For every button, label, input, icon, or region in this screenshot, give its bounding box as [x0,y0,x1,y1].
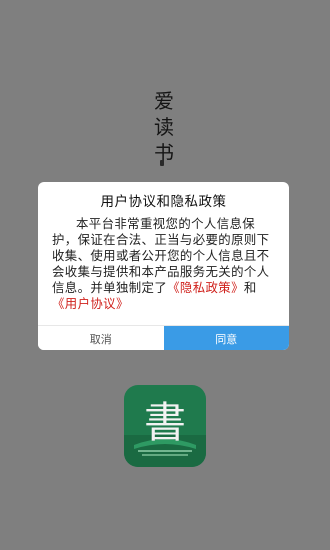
app-title-char: 书 [154,141,174,165]
splash-screen: 爱 读 书 用户协议和隐私政策 本平台非常重视您的个人信息保护，保证在合法、正当… [0,0,330,550]
user-agreement-link[interactable]: 《用户协议》 [52,296,129,311]
cancel-button[interactable]: 取消 [38,326,164,350]
dialog-connector-text: 和 [243,280,257,295]
logo-glyph: 書 [144,398,186,447]
dialog-title: 用户协议和隐私政策 [100,194,227,210]
app-title-char: 爱 [154,89,174,113]
app-title-char: 读 [154,115,174,139]
dialog-body: 本平台非常重视您的个人信息保护，保证在合法、正当与必要的原则下收集、使用或者公开… [52,216,278,312]
agree-button[interactable]: 同意 [163,326,289,350]
app-title: 爱 读 书 [146,88,182,166]
book-logo-icon: 書 [124,385,206,467]
dialog-button-row: 取消 同意 [38,325,289,350]
title-dot-fragment [160,160,164,166]
privacy-dialog: 用户协议和隐私政策 本平台非常重视您的个人信息保护，保证在合法、正当与必要的原则… [38,182,289,350]
privacy-policy-link[interactable]: 《隐私政策》 [167,280,244,295]
